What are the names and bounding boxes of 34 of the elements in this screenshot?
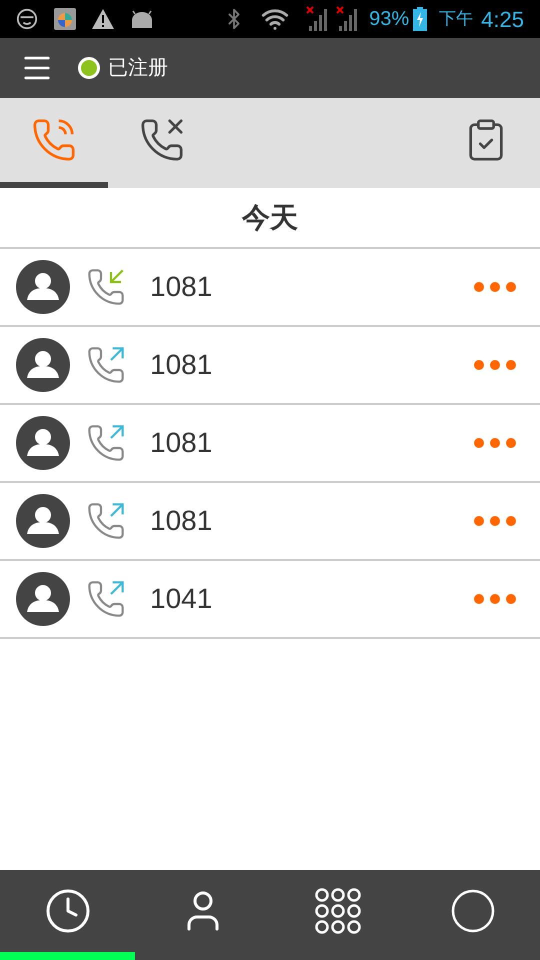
battery-icon	[413, 7, 428, 31]
call-row[interactable]: 1081	[0, 405, 540, 483]
app-icon	[54, 8, 76, 30]
avatar-icon	[16, 572, 70, 626]
avatar-icon	[16, 260, 70, 314]
incoming-call-icon	[86, 267, 126, 307]
warning-icon	[92, 9, 114, 29]
outgoing-call-icon	[86, 345, 126, 385]
outgoing-call-icon	[86, 423, 126, 463]
registration-status: 已注册	[108, 56, 168, 81]
phone-number: 1081	[150, 348, 214, 382]
phone-number: 1041	[150, 582, 214, 616]
missed-call-icon	[139, 117, 185, 163]
clock-icon	[44, 887, 92, 935]
avatar-icon	[16, 416, 70, 470]
call-row[interactable]: 1081	[0, 249, 540, 327]
circle-icon	[450, 888, 496, 934]
call-row[interactable]: 1081	[0, 327, 540, 405]
phone-number: 1081	[150, 426, 214, 460]
android-icon	[130, 10, 154, 28]
time-period: 下午	[439, 8, 474, 30]
avatar-icon	[16, 494, 70, 548]
outgoing-call-icon	[86, 501, 126, 541]
clock-time: 4:25	[481, 6, 524, 34]
outgoing-call-icon	[86, 579, 126, 619]
phone-number: 1081	[150, 504, 214, 538]
phone-icon	[31, 117, 77, 163]
call-row[interactable]: 1081	[0, 483, 540, 561]
avatar-icon	[16, 338, 70, 392]
section-title: 今天	[242, 200, 298, 234]
phone-number: 1081	[150, 270, 214, 304]
call-row[interactable]: 1041	[0, 561, 540, 639]
battery-percent: 93%	[369, 7, 410, 32]
dialpad-icon	[314, 888, 360, 934]
